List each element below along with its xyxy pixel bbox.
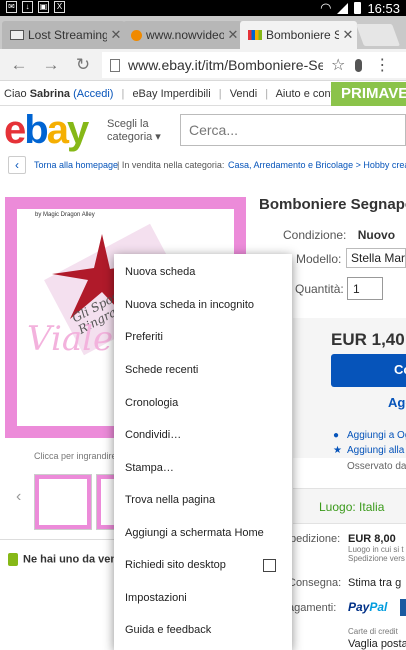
tab-bomboniere[interactable]: Bomboniere Segna ✕ [240, 21, 357, 49]
signin-link[interactable]: (Accedi) [73, 88, 113, 100]
menu-item-bookmarks[interactable]: Preferiti [114, 321, 292, 353]
thumbnail-strip: ‹ [10, 470, 154, 530]
model-select[interactable]: Stella Marin [346, 248, 406, 268]
menu-item-recent-tabs[interactable]: Schede recenti [114, 354, 292, 386]
notification-icon: ✉ [6, 1, 17, 13]
condition-label: Condizione: [283, 228, 347, 242]
product-title: Bomboniere Segnapos [259, 196, 406, 213]
paypal-logo: PayPal [348, 600, 388, 614]
download-icon: ↓ [22, 1, 33, 13]
collection-link[interactable]: ★ Aggiungi alla [333, 445, 404, 456]
cards-text: Carte di credit [348, 627, 398, 636]
buy-now-button[interactable]: Co [331, 354, 406, 387]
quantity-label: Quantità: [295, 282, 344, 296]
category-path-link[interactable]: Casa, Arredamento e Bricolage > Hobby cr… [228, 154, 406, 176]
greeting: Ciao [4, 88, 27, 100]
visa-icon [400, 599, 406, 616]
menu-item-help[interactable]: Guida e feedback [114, 614, 292, 646]
condition-value: Nuovo [357, 228, 396, 242]
wifi-icon: ◠ [320, 0, 332, 15]
star-icon[interactable]: ☆ [331, 55, 345, 75]
delivery-value: Stima tra g [348, 577, 402, 589]
menu-item-find[interactable]: Trova nella pagina [114, 484, 292, 516]
url-text[interactable]: www.ebay.it/itm/Bomboniere-Segn [128, 57, 323, 73]
menu-icon[interactable]: ⋮ [374, 55, 390, 75]
back-arrow-icon[interactable]: ← [8, 54, 30, 76]
ebay-logo[interactable]: ebay [4, 106, 89, 154]
menu-item-history[interactable]: Cronologia [114, 387, 292, 419]
browser-menu: Nuova scheda Nuova scheda in incognito P… [114, 254, 292, 650]
shipping-label: pedizione: [290, 533, 341, 545]
tab-title: www.nowvideo.li [146, 28, 224, 42]
watchlist-link[interactable]: ● Aggiungi a Og [333, 430, 406, 441]
office-icon: X [54, 1, 65, 13]
tab-lost-streaming[interactable]: Lost Streaming ✕ [2, 21, 125, 49]
shipping-value: EUR 8,00 [348, 533, 396, 545]
promo-banner[interactable]: PRIMAVE [331, 82, 406, 106]
quantity-input[interactable]: 1 [347, 277, 383, 300]
play-icon [131, 29, 142, 41]
model-label: Modello: [296, 252, 342, 266]
clock: 16:53 [367, 0, 400, 16]
vaglia-text: Vaglia posta [348, 638, 406, 650]
status-bar: ✉ ↓ ▣ X ◠ 16:53 [0, 0, 406, 16]
deals-link[interactable]: eBay Imperdibili [132, 88, 210, 100]
tab-title: Lost Streaming [28, 28, 107, 42]
breadcrumb: ‹ Torna alla homepage | In vendita nella… [0, 154, 406, 176]
price: EUR 1,40 [331, 330, 405, 349]
ebay-favicon-icon [248, 30, 262, 40]
tab-title: Bomboniere Segna [266, 28, 339, 42]
ebay-header: ebay Scegli la categoria ▾ Cerca... [0, 106, 406, 154]
page-icon [10, 30, 24, 40]
watchers-count: Osservato da [347, 461, 406, 472]
user-name: Sabrina [29, 88, 71, 100]
mic-icon[interactable] [355, 58, 363, 72]
tab-nowvideo[interactable]: www.nowvideo.li ✕ [123, 21, 242, 49]
image-caption: Clicca per ingrandire l' [34, 451, 123, 461]
battery-icon [354, 2, 362, 14]
delivery-label: Consegna: [288, 577, 342, 589]
menu-item-new-tab[interactable]: Nuova scheda [114, 256, 292, 288]
payments-label: agamenti: [288, 602, 337, 614]
category-dropdown[interactable]: Scegli la categoria ▾ [107, 118, 161, 144]
add-to-cart-button[interactable]: Agg [388, 395, 406, 410]
image-icon: ▣ [38, 1, 49, 13]
eye-icon: ● [333, 430, 340, 441]
tab-strip: Lost Streaming ✕ www.nowvideo.li ✕ Bombo… [0, 16, 406, 49]
tag-icon [8, 553, 18, 566]
search-input[interactable]: Cerca... [180, 114, 406, 146]
menu-item-incognito[interactable]: Nuova scheda in incognito [114, 289, 292, 321]
item-location: Luogo: Italia [293, 488, 406, 524]
breadcrumb-prefix: | In vendita nella categoria: [117, 160, 225, 170]
new-tab-button[interactable] [355, 24, 401, 46]
desktop-site-checkbox[interactable] [263, 559, 276, 572]
back-chevron-icon[interactable]: ‹ [8, 156, 26, 174]
url-bar[interactable]: www.ebay.it/itm/Bomboniere-Segn ☆ ⋮ [102, 52, 406, 78]
menu-item-desktop-site[interactable]: Richiedi sito desktop [114, 549, 292, 581]
menu-item-print[interactable]: Stampa… [114, 452, 292, 484]
signal-icon [337, 2, 349, 14]
thumbnail[interactable] [34, 474, 92, 530]
page-icon [110, 58, 120, 72]
menu-item-share[interactable]: Condividi… [114, 419, 292, 451]
forward-arrow-icon[interactable]: → [40, 54, 62, 76]
image-script-text: Viale [27, 319, 114, 359]
star-icon: ★ [333, 445, 342, 456]
reload-icon[interactable]: ↻ [72, 54, 94, 76]
menu-item-add-home[interactable]: Aggiungi a schermata Home [114, 517, 292, 549]
back-home-link[interactable]: Torna alla homepage [34, 154, 118, 176]
sell-one-link[interactable]: Ne hai uno da vend [8, 553, 124, 566]
sell-link[interactable]: Vendi [230, 88, 258, 100]
ebay-top-bar: Ciao Sabrina (Accedi) | eBay Imperdibili… [0, 82, 406, 106]
close-icon[interactable]: ✕ [339, 27, 357, 43]
chevron-left-icon[interactable]: ‹ [16, 488, 21, 506]
browser-toolbar: ← → ↻ www.ebay.it/itm/Bomboniere-Segn ☆ … [0, 49, 406, 81]
menu-item-settings[interactable]: Impostazioni [114, 582, 292, 614]
